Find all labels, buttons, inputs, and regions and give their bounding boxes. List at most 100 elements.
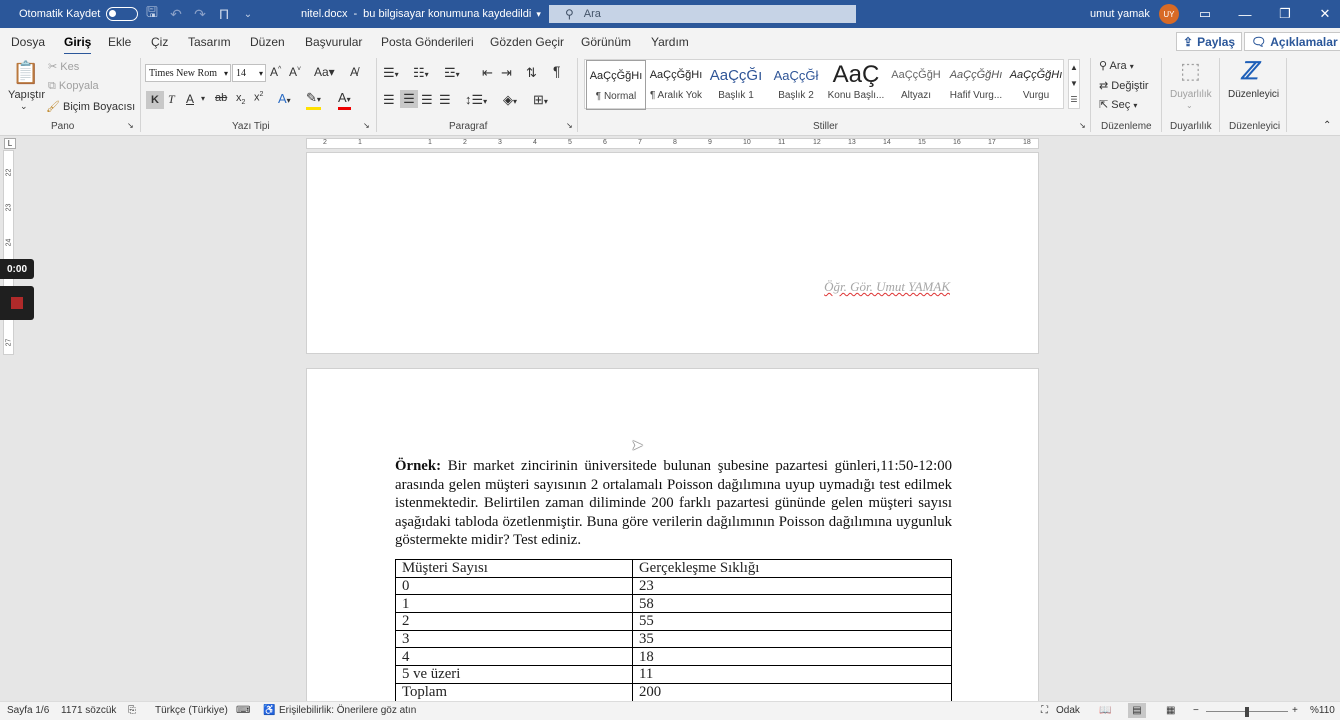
table-cell[interactable]: 11	[632, 665, 952, 684]
close-icon[interactable]: ✕	[1305, 6, 1340, 22]
tab-selector-icon[interactable]: L	[4, 138, 16, 149]
print-layout-icon[interactable]: ▤	[1128, 703, 1146, 718]
page-indicator[interactable]: Sayfa 1/6	[7, 705, 49, 716]
increase-indent-icon[interactable]: ⇥	[501, 65, 512, 81]
web-layout-icon[interactable]: ▦	[1166, 705, 1175, 716]
sort-icon[interactable]: ⇅	[526, 65, 537, 81]
numbering-icon[interactable]: ☷▾	[413, 65, 429, 81]
save-icon[interactable]: 🖫	[140, 2, 164, 26]
tab-tasarim[interactable]: Tasarım	[188, 35, 231, 49]
minimize-icon[interactable]: —	[1225, 7, 1265, 22]
tab-ekle[interactable]: Ekle	[108, 35, 131, 49]
word-count[interactable]: 1171 sözcük	[61, 705, 116, 716]
underline-button[interactable]: A	[186, 92, 194, 106]
shrink-font-icon[interactable]: A˅	[289, 65, 301, 79]
autosave-toggle[interactable]	[106, 7, 139, 21]
table-cell[interactable]: 23	[632, 576, 952, 596]
tab-giris[interactable]: Giriş	[64, 35, 92, 55]
table-cell[interactable]: 35	[632, 629, 952, 649]
bold-button[interactable]: K	[146, 91, 164, 109]
grow-font-icon[interactable]: A^	[270, 65, 281, 79]
multilevel-list-icon[interactable]: ☲▾	[444, 65, 460, 81]
comments-button[interactable]: 🗨 Açıklamalar	[1244, 32, 1340, 51]
table-cell[interactable]: 4	[395, 647, 633, 667]
tab-duzen[interactable]: Düzen	[250, 35, 285, 49]
avatar[interactable]: UY	[1158, 4, 1179, 24]
frequency-table[interactable]: Müşteri Sayısı Gerçekleşme Sıklığı 0 23 1…	[395, 559, 952, 702]
change-case-icon[interactable]: Aa▾	[314, 65, 335, 79]
table-cell[interactable]: 5 ve üzeri	[395, 665, 633, 684]
underline-chevron-icon[interactable]: ▾	[201, 94, 205, 103]
style-subtle-emphasis[interactable]: AaÇçĞğHı Hafif Vurg...	[946, 60, 1006, 110]
predictions-icon[interactable]: ⌨	[236, 705, 250, 716]
table-cell[interactable]: 55	[632, 612, 952, 631]
customize-quick-access-icon[interactable]: ⌄	[236, 9, 260, 20]
align-center-icon[interactable]: ☰	[400, 90, 418, 108]
accessibility-status[interactable]: Erişilebilirlik: Önerilere göz atın	[279, 705, 416, 716]
superscript-icon[interactable]: x2	[254, 91, 263, 104]
shading-icon[interactable]: ◈▾	[503, 92, 517, 108]
line-spacing-icon[interactable]: ↕☰▾	[465, 92, 487, 108]
ribbon-display-icon[interactable]: ▭	[1185, 6, 1225, 22]
style-no-spacing[interactable]: AaÇçĞğHı ¶ Aralık Yok	[646, 60, 706, 110]
zoom-slider-thumb[interactable]	[1245, 707, 1249, 717]
select-button[interactable]: ⇱ Seç ▾	[1099, 98, 1137, 111]
tab-gozden-gecir[interactable]: Gözden Geçir	[490, 35, 564, 49]
table-cell[interactable]: 1	[395, 594, 633, 614]
styles-launcher-icon[interactable]: ↘	[1079, 121, 1086, 130]
editor-button[interactable]: Düzenleyici	[1228, 89, 1279, 100]
tab-yardim[interactable]: Yardım	[651, 35, 689, 49]
stop-recording-button[interactable]	[0, 286, 34, 320]
table-cell[interactable]: 58	[632, 594, 952, 614]
font-color-icon[interactable]: A▾	[338, 91, 351, 110]
tab-basvurular[interactable]: Başvurular	[305, 35, 362, 49]
table-cell[interactable]: 2	[395, 612, 633, 631]
read-mode-icon[interactable]: 📖	[1099, 705, 1111, 716]
paragraph-launcher-icon[interactable]: ↘	[566, 121, 573, 130]
tab-dosya[interactable]: Dosya	[11, 35, 45, 49]
find-button[interactable]: ⚲ Ara ▾	[1099, 59, 1134, 72]
borders-icon[interactable]: ⊞▾	[533, 92, 548, 108]
italic-button[interactable]: T	[168, 92, 175, 107]
language-indicator[interactable]: Türkçe (Türkiye)	[155, 705, 228, 716]
font-size-select[interactable]: 14 ▾	[232, 64, 266, 82]
copy-button[interactable]: ⧉ Kopyala	[48, 80, 99, 93]
format-painter-button[interactable]: 🖌 Biçim Boyacısı	[46, 100, 135, 113]
tab-posta-gonderileri[interactable]: Posta Gönderileri	[381, 35, 474, 49]
editor-icon[interactable]: ℤ	[1240, 57, 1258, 86]
align-left-icon[interactable]: ☰	[383, 92, 395, 108]
table-cell[interactable]: Toplam	[395, 682, 633, 702]
style-title[interactable]: AaÇ Konu Başlı...	[826, 60, 886, 110]
zoom-in-button[interactable]: +	[1292, 705, 1298, 716]
strikethrough-icon[interactable]: ab	[215, 92, 227, 104]
document-title-area[interactable]: nitel.docx - bu bilgisayar konumuna kayd…	[301, 0, 541, 28]
redo-icon[interactable]: ↷	[188, 6, 212, 23]
show-marks-icon[interactable]: ¶	[553, 63, 561, 79]
collapse-ribbon-icon[interactable]: ⌃	[1323, 120, 1331, 131]
undo-icon[interactable]: ↶	[164, 6, 188, 23]
bullets-icon[interactable]: ☰▾	[383, 65, 399, 81]
table-cell[interactable]: 200	[632, 682, 952, 702]
style-heading-1[interactable]: AaÇçĞı Başlık 1	[706, 60, 766, 110]
paragraph-mark-icon[interactable]: Π	[212, 6, 236, 22]
subscript-icon[interactable]: x2	[236, 92, 245, 106]
replace-button[interactable]: ⇄ Değiştir	[1099, 79, 1149, 92]
highlight-icon[interactable]: ✎▾	[306, 91, 321, 110]
tab-gorunum[interactable]: Görünüm	[581, 35, 631, 49]
paste-chevron-icon[interactable]: ⌄	[20, 101, 28, 112]
align-right-icon[interactable]: ☰	[421, 92, 433, 108]
clear-formatting-icon[interactable]: A̸	[350, 65, 358, 79]
style-heading-2[interactable]: AaÇçĞł Başlık 2	[766, 60, 826, 110]
cut-button[interactable]: ✂ Kes	[48, 60, 79, 73]
zoom-level[interactable]: %110	[1310, 705, 1335, 716]
search-box[interactable]: ⚲ Ara	[549, 5, 856, 23]
tab-ciz[interactable]: Çiz	[151, 35, 168, 49]
style-normal[interactable]: AaÇçĞğHı ¶ Normal	[586, 60, 646, 110]
paste-icon[interactable]: 📋	[12, 60, 42, 86]
account-area[interactable]: umut yamak UY	[1090, 0, 1179, 28]
example-paragraph[interactable]: Örnek: Bir market zincirinin üniversited…	[395, 457, 952, 550]
style-subtitle[interactable]: AaÇçĞğH Altyazı	[886, 60, 946, 110]
decrease-indent-icon[interactable]: ⇤	[482, 65, 493, 81]
table-cell[interactable]: 18	[632, 647, 952, 667]
paste-button[interactable]: Yapıştır	[8, 89, 45, 101]
